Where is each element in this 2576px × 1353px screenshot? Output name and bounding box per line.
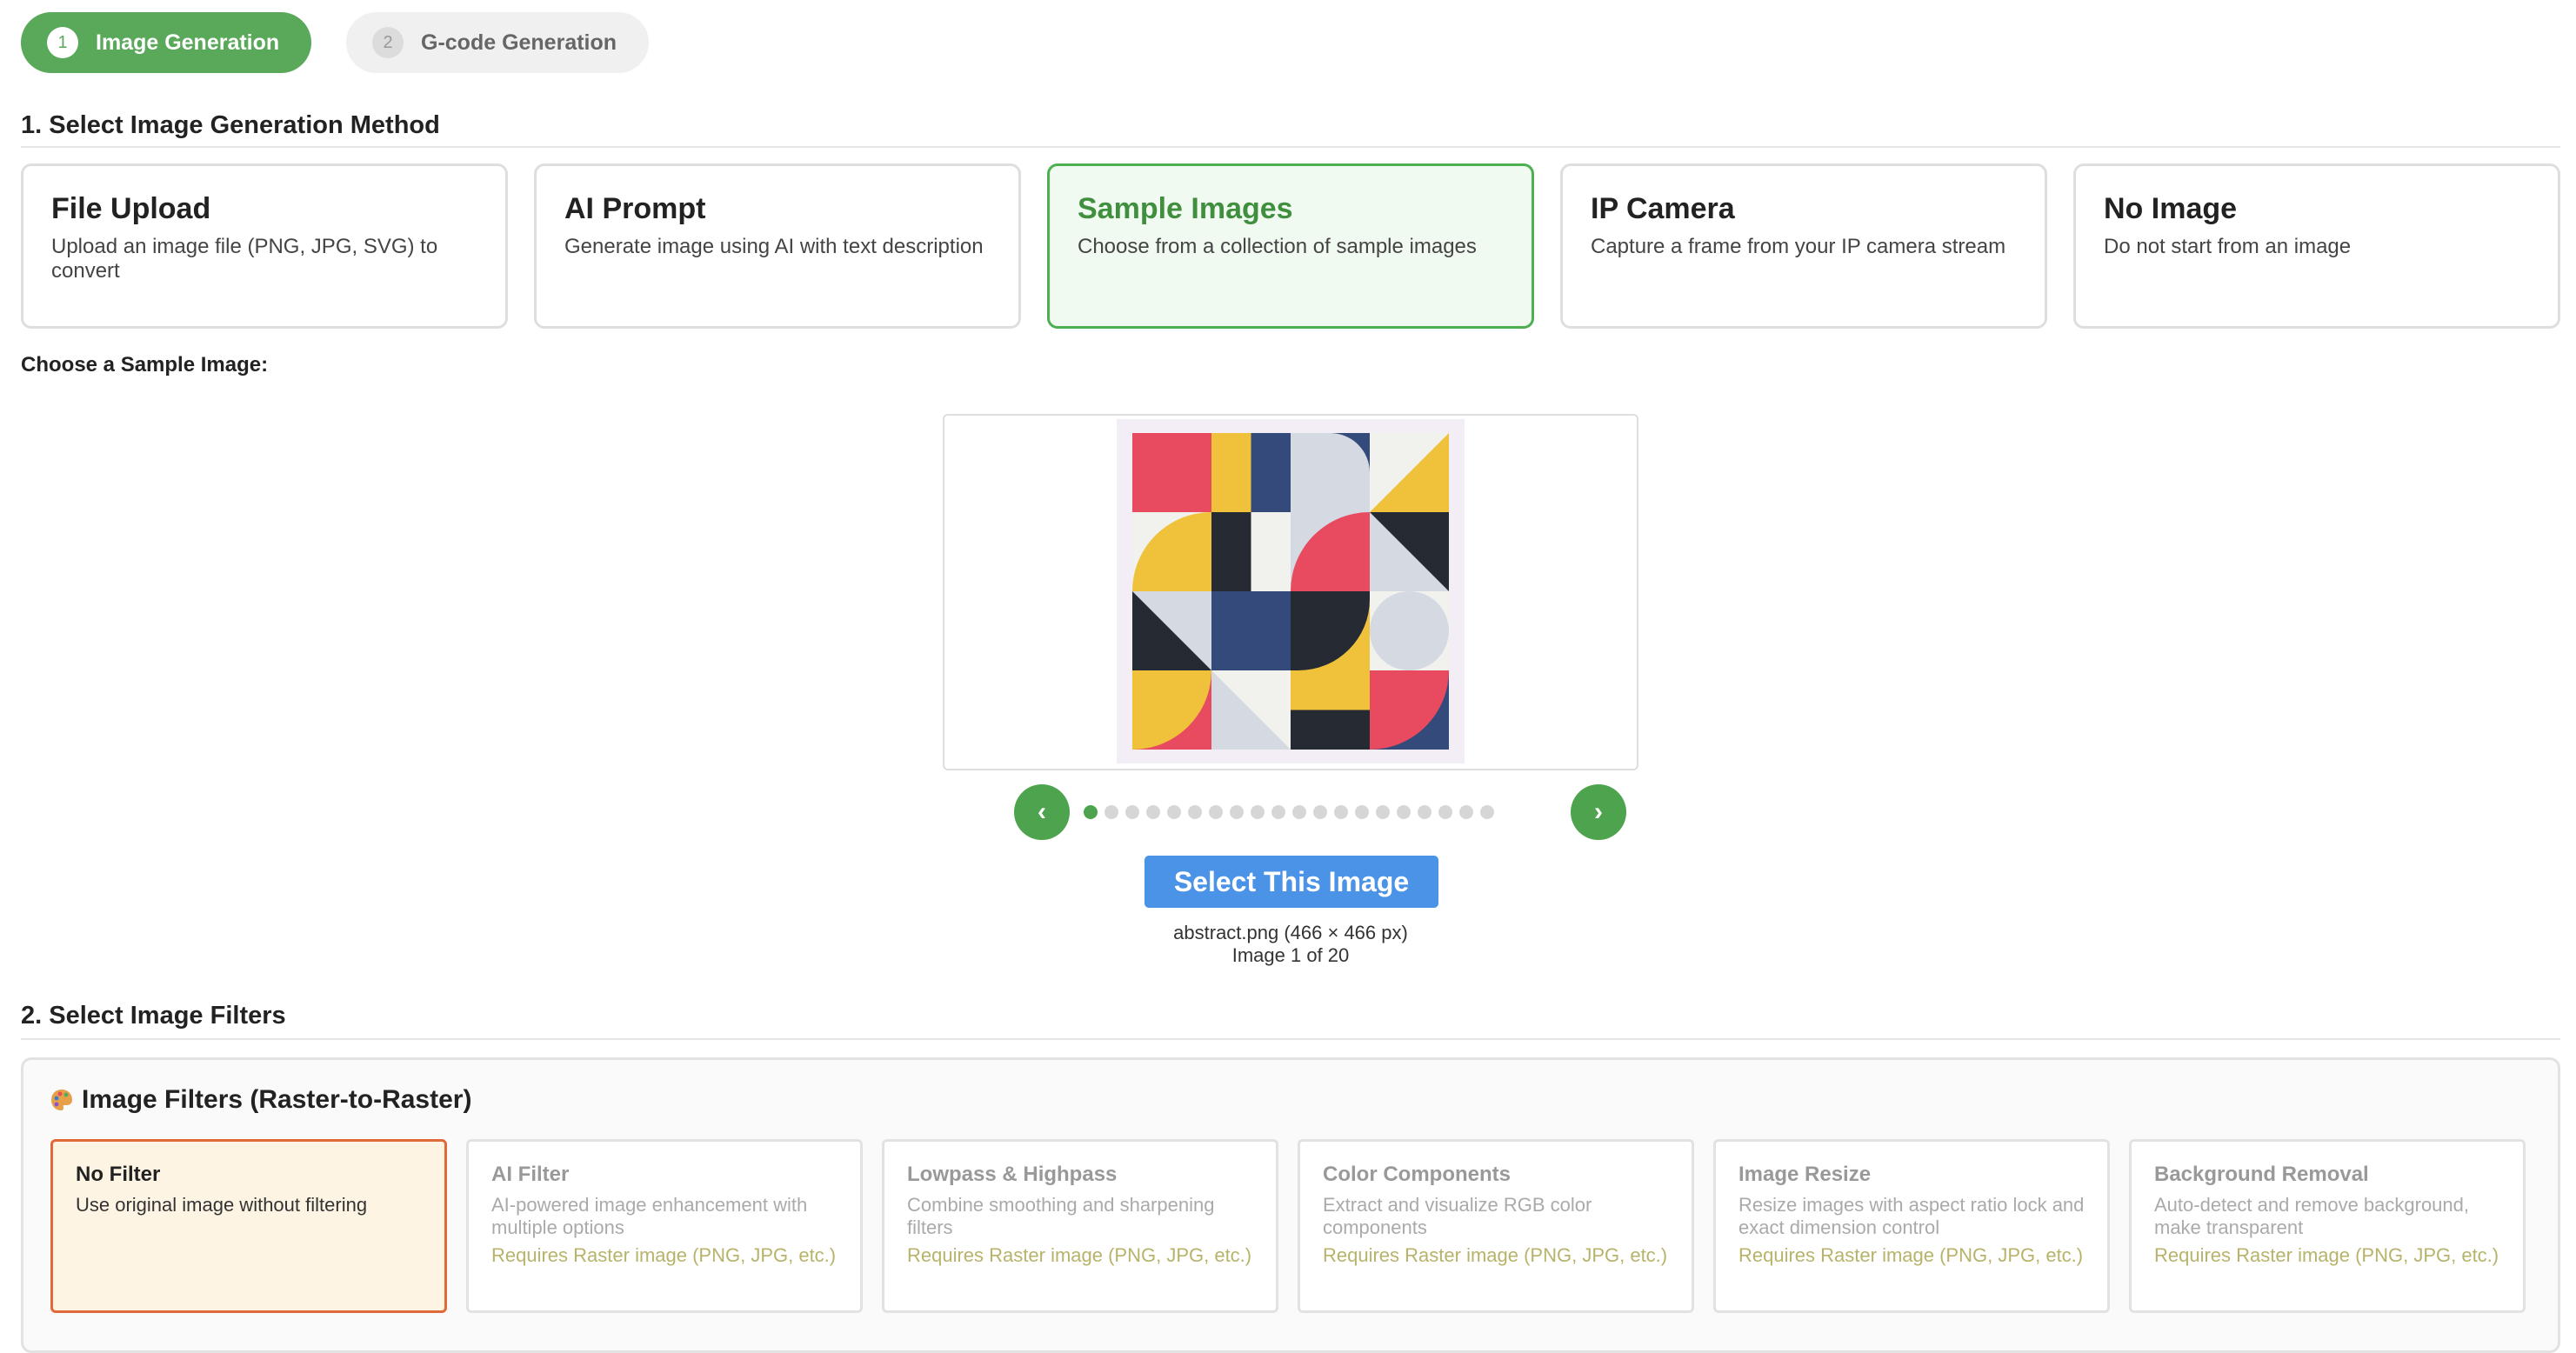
pagination-dot[interactable] [1334,805,1348,819]
filter-desc: Use original image without filtering [76,1194,368,1216]
filter-requirement: Requires Raster image (PNG, JPG, etc.) [2154,1244,2499,1266]
filter-requirement: Requires Raster image (PNG, JPG, etc.) [907,1244,1252,1266]
method-desc: Generate image using AI with text descri… [564,235,984,258]
filter-card-color-components[interactable]: Color Components Extract and visualize R… [1298,1139,1694,1313]
previous-image-button[interactable]: ‹ [1014,784,1070,840]
filter-card-ai-filter[interactable]: AI Filter AI-powered image enhancement w… [466,1139,863,1313]
filter-requirement: Requires Raster image (PNG, JPG, etc.) [1738,1244,2084,1266]
filter-title: Lowpass & Highpass [907,1163,1118,1186]
filter-title: AI Filter [491,1163,570,1186]
method-title: IP Camera [1591,192,1735,225]
step-number-2: 2 [372,27,404,58]
image-filename: abstract.png (466 × 466 px) [1173,922,1408,943]
select-this-image-button[interactable]: Select This Image [1145,856,1438,908]
pagination-dot[interactable] [1251,805,1265,819]
pagination-dot[interactable] [1188,805,1202,819]
method-title: Sample Images [1078,192,1293,225]
pagination-dot[interactable] [1125,805,1139,819]
method-card-file-upload[interactable]: File Upload Upload an image file (PNG, J… [21,163,508,329]
section-divider [21,146,2560,148]
filter-title: Color Components [1323,1163,1511,1186]
filter-desc: AI-powered image enhancement with multip… [491,1194,808,1238]
step-tabs: 1 Image Generation 2 G-code Generation [21,12,649,73]
tab-image-generation[interactable]: 1 Image Generation [21,12,311,73]
pagination-dot[interactable] [1146,805,1160,819]
method-card-ai-prompt[interactable]: AI Prompt Generate image using AI with t… [534,163,1021,329]
filter-card-lowpass-highpass[interactable]: Lowpass & Highpass Combine smoothing and… [882,1139,1278,1313]
method-desc: Choose from a collection of sample image… [1078,235,1477,258]
pagination-dot[interactable] [1313,805,1327,819]
pagination-dot[interactable] [1271,805,1285,819]
method-desc: Do not start from an image [2104,235,2352,258]
pagination-dot[interactable] [1418,805,1431,819]
method-title: No Image [2104,192,2238,225]
pagination-dot[interactable] [1397,805,1411,819]
chevron-right-icon: › [1594,797,1603,826]
filter-desc: Combine smoothing and sharpening filters [907,1194,1215,1238]
method-desc: Capture a frame from your IP camera stre… [1591,235,2006,258]
filter-title: No Filter [76,1163,161,1186]
method-desc: Upload an image file (PNG, JPG, SVG) to … [51,235,438,283]
sample-image-abstract [1132,433,1449,750]
filters-heading: Image Filters (Raster-to-Raster) [49,1085,471,1115]
method-title: File Upload [51,192,211,225]
filter-card-background-removal[interactable]: Background Removal Auto-detect and remov… [2129,1139,2526,1313]
image-counter: Image 1 of 20 [1231,944,1350,966]
image-pagination-dots [1084,805,1494,819]
pagination-dot[interactable] [1167,805,1181,819]
pagination-dot[interactable] [1104,805,1118,819]
pagination-dot[interactable] [1230,805,1244,819]
pagination-dot[interactable] [1480,805,1494,819]
filter-card-no-filter[interactable]: No Filter Use original image without fil… [50,1139,447,1313]
tab-label: Image Generation [96,30,280,55]
filter-desc: Resize images with aspect ratio lock and… [1738,1194,2085,1238]
step-number-1: 1 [47,27,78,58]
filter-desc: Extract and visualize RGB color componen… [1323,1194,1592,1238]
palette-icon [51,1090,72,1110]
section-title-method: 1. Select Image Generation Method [21,111,440,139]
pagination-dot[interactable] [1209,805,1223,819]
method-cards: File Upload Upload an image file (PNG, J… [21,163,2560,329]
sample-image-label: Choose a Sample Image: [21,353,269,377]
filter-desc: Auto-detect and remove background, make … [2154,1194,2470,1238]
pagination-dot[interactable] [1084,805,1098,819]
section-divider [21,1038,2560,1040]
filter-title: Background Removal [2154,1163,2369,1186]
method-card-sample-images[interactable]: Sample Images Choose from a collection o… [1047,163,1534,329]
pagination-dot[interactable] [1438,805,1452,819]
pagination-dot[interactable] [1459,805,1473,819]
pagination-dot[interactable] [1292,805,1306,819]
pagination-dot[interactable] [1355,805,1369,819]
method-card-no-image[interactable]: No Image Do not start from an image [2073,163,2560,329]
filter-card-image-resize[interactable]: Image Resize Resize images with aspect r… [1713,1139,2110,1313]
filters-heading-text: Image Filters (Raster-to-Raster) [82,1085,472,1114]
section-title-filters: 2. Select Image Filters [21,1002,286,1030]
method-title: AI Prompt [564,192,706,225]
next-image-button[interactable]: › [1571,784,1626,840]
method-card-ip-camera[interactable]: IP Camera Capture a frame from your IP c… [1560,163,2047,329]
filter-title: Image Resize [1738,1163,1872,1186]
filter-requirement: Requires Raster image (PNG, JPG, etc.) [1323,1244,1668,1266]
chevron-left-icon: ‹ [1038,797,1046,826]
pagination-dot[interactable] [1376,805,1390,819]
tab-gcode-generation[interactable]: 2 G-code Generation [346,12,649,73]
filter-cards: No Filter Use original image without fil… [50,1139,2526,1313]
filter-requirement: Requires Raster image (PNG, JPG, etc.) [491,1244,837,1266]
tab-label: G-code Generation [421,30,617,55]
